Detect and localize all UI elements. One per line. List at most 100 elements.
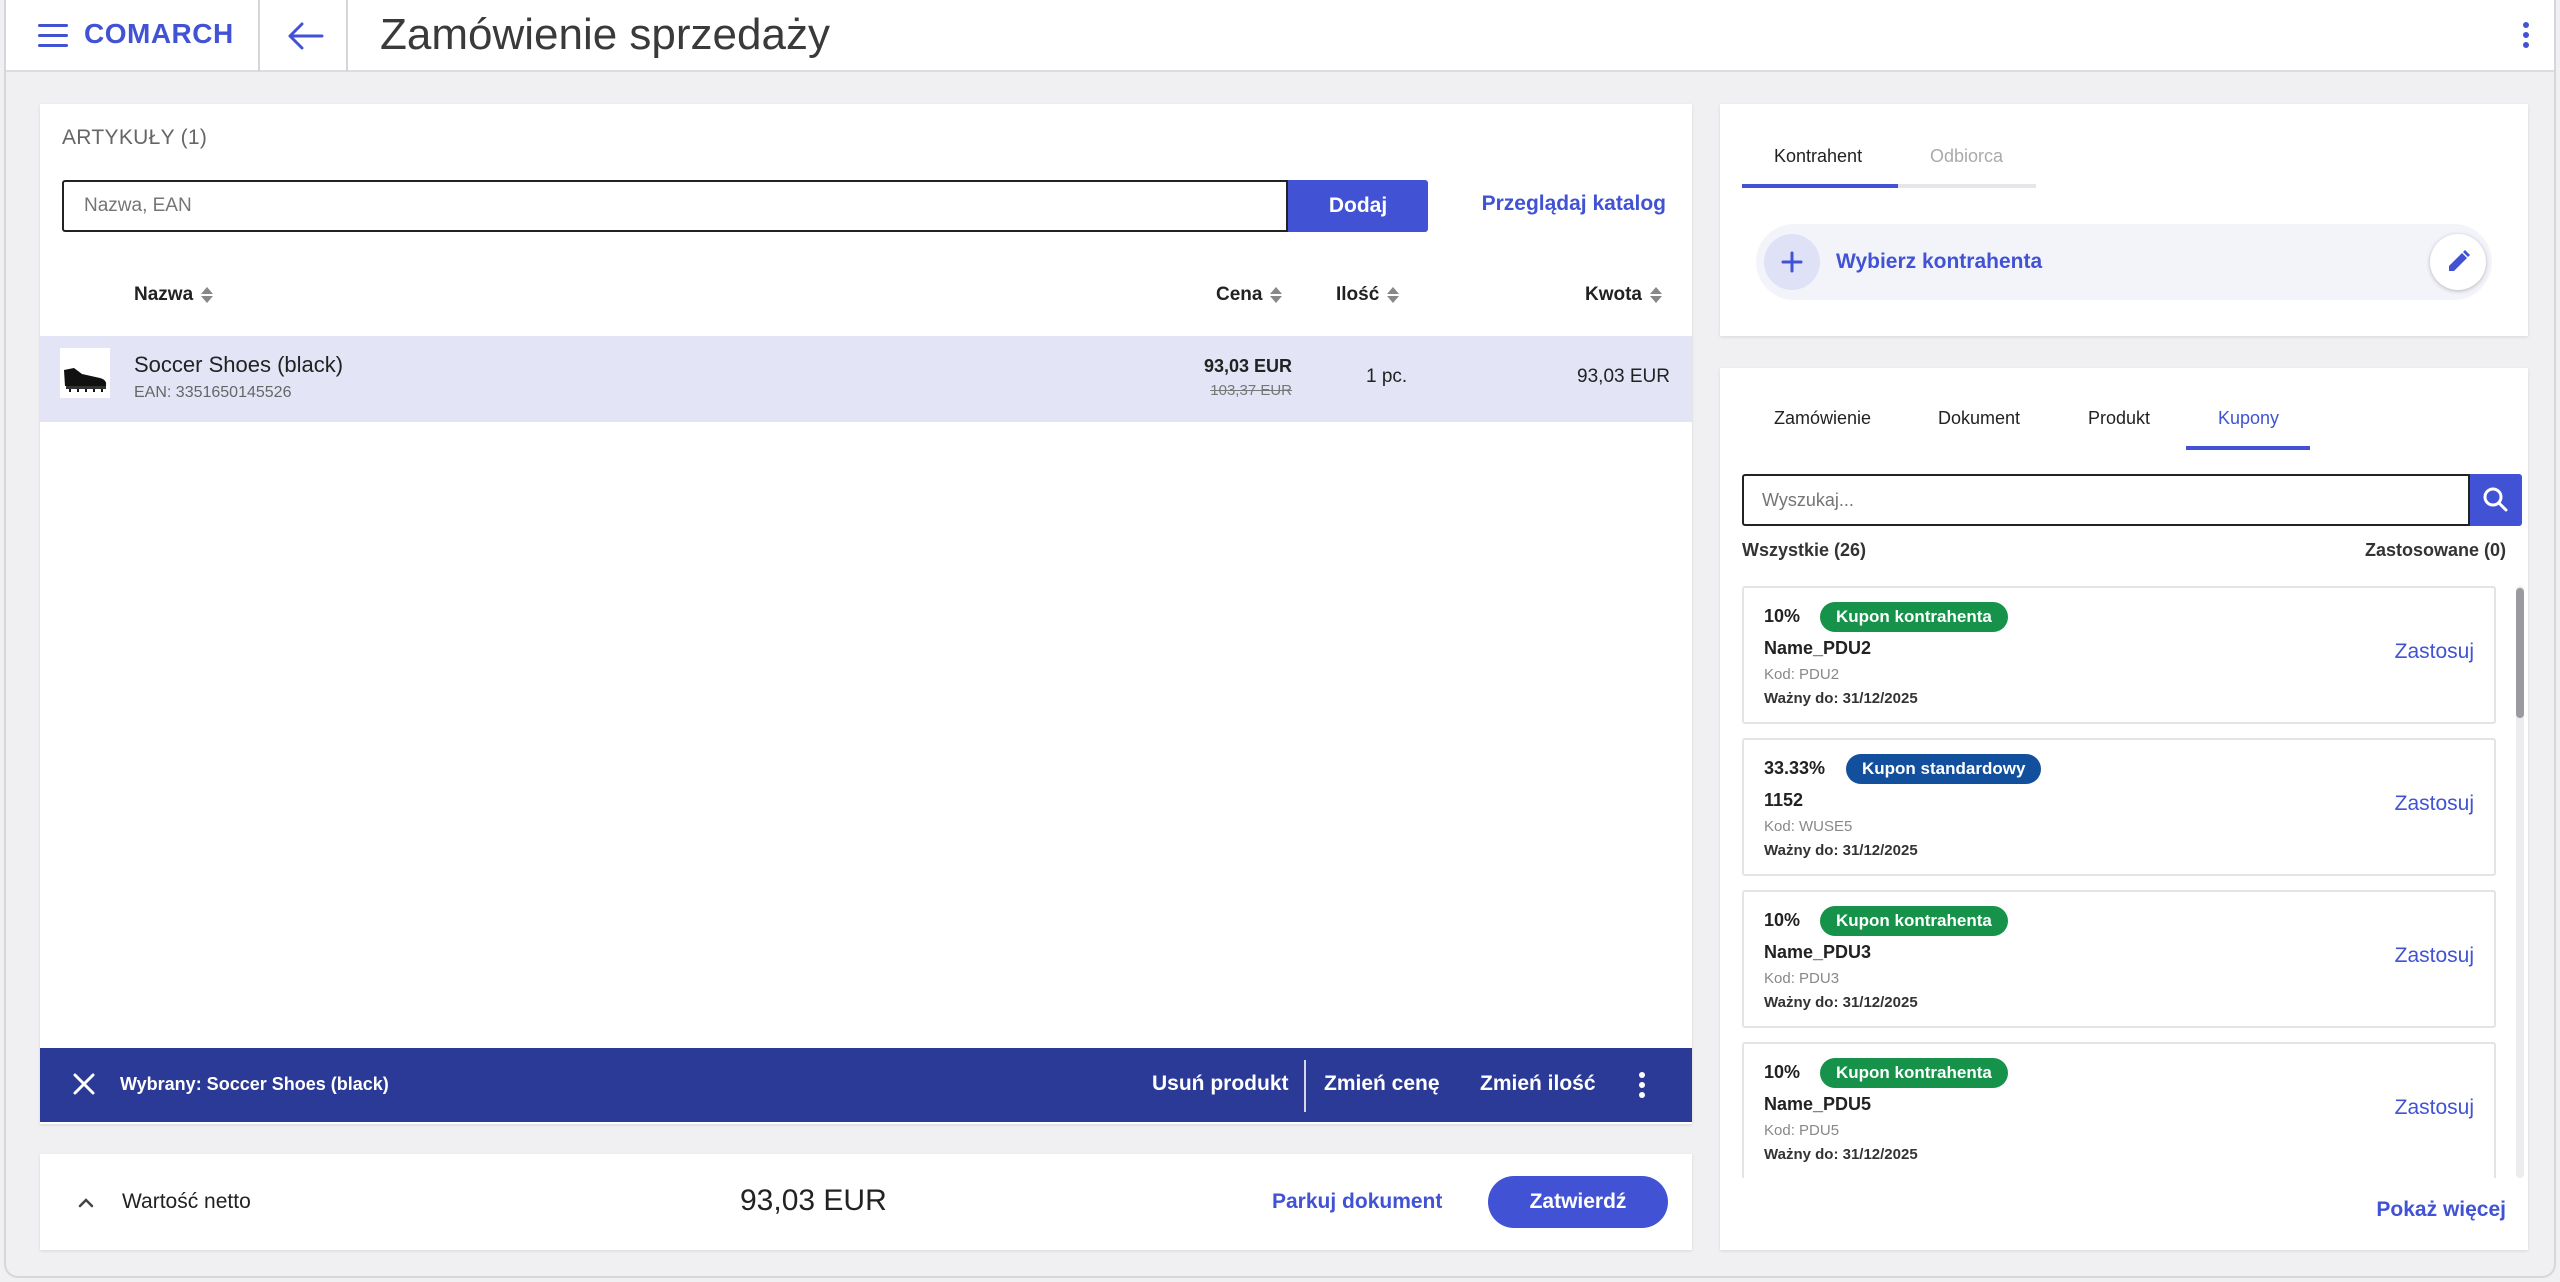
coupon-validity: Ważny do: 31/12/2025	[1764, 842, 1918, 859]
coupon-code: Kod: WUSE5	[1764, 818, 1853, 835]
coupon-code: Kod: PDU3	[1764, 970, 1840, 987]
product-amount: 93,03 EUR	[1577, 366, 1670, 387]
sort-icon	[1270, 286, 1283, 304]
apply-coupon-button[interactable]: Zastosuj	[2395, 1096, 2474, 1120]
choose-party-label: Wybierz kontrahenta	[1836, 250, 2043, 273]
choose-party-row[interactable]: Wybierz kontrahenta	[1756, 224, 2492, 300]
tab-kontrahent[interactable]: Kontrahent	[1774, 146, 1862, 167]
column-label: Ilość	[1336, 284, 1380, 305]
pencil-icon	[2449, 250, 2470, 271]
table-row[interactable]: Soccer Shoes (black) EAN: 3351650145526 …	[40, 336, 1692, 422]
park-document-button[interactable]: Parkuj dokument	[1272, 1190, 1442, 1214]
product-ean: EAN: 3351650145526	[134, 384, 292, 401]
coupon-search-input[interactable]	[1742, 474, 2470, 526]
selection-action-bar: Wybrany: Soccer Shoes (black) Usuń produ…	[40, 1048, 1692, 1122]
coupon-name: Name_PDU3	[1764, 942, 1872, 962]
coupon-name: Name_PDU2	[1764, 638, 1872, 658]
active-tab-indicator	[2186, 446, 2310, 450]
coupon-type-badge: Kupon kontrahenta	[1820, 906, 2008, 936]
top-bar: COMARCH Zamówienie sprzedaży	[6, 0, 2554, 72]
party-panel: Kontrahent Odbiorca Wybierz kontrahenta	[1720, 104, 2528, 336]
header-divider	[346, 0, 348, 72]
list-item: 10% Kupon kontrahenta Name_PDU2 Kod: PDU…	[1742, 586, 2496, 724]
selected-item-label: Wybrany: Soccer Shoes (black)	[120, 1074, 389, 1094]
more-actions-icon[interactable]	[1638, 1072, 1646, 1102]
product-old-price: 103,37 EUR	[1210, 382, 1292, 399]
show-more-button[interactable]: Pokaż więcej	[2376, 1198, 2506, 1222]
coupon-name: 1152	[1764, 790, 1804, 810]
search-icon	[2483, 487, 2508, 512]
app-window: COMARCH Zamówienie sprzedaży ARTYKUŁY (1…	[4, 0, 2556, 1278]
change-qty-button[interactable]: Zmień ilość	[1480, 1072, 1596, 1096]
column-label: Kwota	[1585, 284, 1642, 305]
column-header-qty[interactable]: Ilość	[1336, 284, 1400, 306]
coupon-type-badge: Kupon kontrahenta	[1820, 1058, 2008, 1088]
apply-coupon-button[interactable]: Zastosuj	[2395, 944, 2474, 968]
scrollbar-thumb[interactable]	[2516, 588, 2524, 718]
sort-icon	[1650, 286, 1662, 304]
coupon-percent: 10%	[1764, 910, 1801, 930]
coupon-name: Name_PDU5	[1764, 1094, 1872, 1114]
search-button[interactable]	[2470, 474, 2522, 526]
coupon-type-badge: Kupon standardowy	[1846, 754, 2042, 784]
shoe-icon	[64, 368, 107, 392]
coupon-validity: Ważny do: 31/12/2025	[1764, 1146, 1918, 1163]
close-icon[interactable]	[70, 1070, 98, 1098]
coupon-percent: 33.33%	[1764, 758, 1826, 778]
all-coupons-count[interactable]: Wszystkie (26)	[1742, 540, 1866, 561]
action-divider	[1304, 1060, 1306, 1112]
tab-zamowienie[interactable]: Zamówienie	[1774, 408, 1871, 429]
column-header-amount[interactable]: Kwota	[1585, 284, 1662, 306]
edit-button[interactable]	[2430, 234, 2486, 290]
coupon-validity: Ważny do: 31/12/2025	[1764, 994, 1918, 1011]
column-header-name[interactable]: Nazwa	[134, 284, 214, 306]
tab-odbiorca[interactable]: Odbiorca	[1930, 146, 2003, 167]
add-button[interactable]: Dodaj	[1288, 180, 1428, 232]
coupon-percent: 10%	[1764, 606, 1801, 626]
product-name: Soccer Shoes (black)	[134, 352, 344, 377]
change-price-button[interactable]: Zmień cenę	[1324, 1072, 1440, 1096]
header-divider	[258, 0, 260, 72]
coupon-code: Kod: PDU5	[1764, 1122, 1840, 1139]
menu-icon[interactable]	[38, 24, 68, 48]
product-price: 93,03 EUR	[1203, 356, 1292, 376]
coupon-code: Kod: PDU2	[1764, 666, 1840, 683]
apply-coupon-button[interactable]: Zastosuj	[2395, 640, 2474, 664]
apply-coupon-button[interactable]: Zastosuj	[2395, 792, 2474, 816]
product-thumbnail	[60, 348, 110, 398]
confirm-button[interactable]: Zatwierdź	[1488, 1176, 1668, 1228]
articles-panel: ARTYKUŁY (1) Dodaj Przeglądaj katalog Na…	[40, 104, 1692, 1124]
column-header-price[interactable]: Cena	[1216, 284, 1283, 306]
more-options-icon[interactable]	[2522, 22, 2530, 52]
articles-title: ARTYKUŁY (1)	[62, 126, 208, 149]
active-tab-indicator	[1742, 184, 1898, 188]
coupon-list: 10% Kupon kontrahenta Name_PDU2 Kod: PDU…	[1742, 586, 2498, 1178]
column-label: Nazwa	[134, 284, 194, 305]
sort-icon	[1387, 286, 1400, 304]
product-qty: 1 pc.	[1366, 366, 1408, 387]
arrow-left-icon	[288, 22, 324, 50]
tab-dokument[interactable]: Dokument	[1938, 408, 2020, 429]
browse-catalog-link[interactable]: Przeglądaj katalog	[1482, 192, 1666, 216]
sort-icon	[201, 286, 214, 304]
list-item: 10% Kupon kontrahenta Name_PDU3 Kod: PDU…	[1742, 890, 2496, 1028]
remove-product-button[interactable]: Usuń produkt	[1152, 1072, 1289, 1096]
back-button[interactable]	[268, 16, 344, 56]
column-label: Cena	[1216, 284, 1263, 305]
brand-logo: COMARCH	[84, 18, 234, 49]
discounts-panel: Zamówienie Dokument Produkt Kupony Wszys…	[1720, 368, 2528, 1250]
list-item: 10% Kupon kontrahenta Name_PDU5 Kod: PDU…	[1742, 1042, 2496, 1178]
tab-produkt[interactable]: Produkt	[2088, 408, 2150, 429]
applied-coupons-count[interactable]: Zastosowane (0)	[2365, 540, 2506, 561]
page-title: Zamówienie sprzedaży	[380, 10, 830, 59]
coupon-validity: Ważny do: 31/12/2025	[1764, 690, 1918, 707]
summary-bar: Wartość netto 93,03 EUR Parkuj dokument …	[40, 1154, 1692, 1250]
article-search-input[interactable]	[62, 180, 1288, 232]
coupon-type-badge: Kupon kontrahenta	[1820, 602, 2008, 632]
net-value-label: Wartość netto	[122, 1190, 251, 1213]
tab-kupony[interactable]: Kupony	[2218, 408, 2279, 429]
coupon-percent: 10%	[1764, 1062, 1801, 1082]
add-icon[interactable]	[1764, 234, 1820, 290]
list-item: 33.33% Kupon standardowy 1152 Kod: WUSE5…	[1742, 738, 2496, 876]
chevron-up-icon[interactable]	[76, 1192, 96, 1212]
